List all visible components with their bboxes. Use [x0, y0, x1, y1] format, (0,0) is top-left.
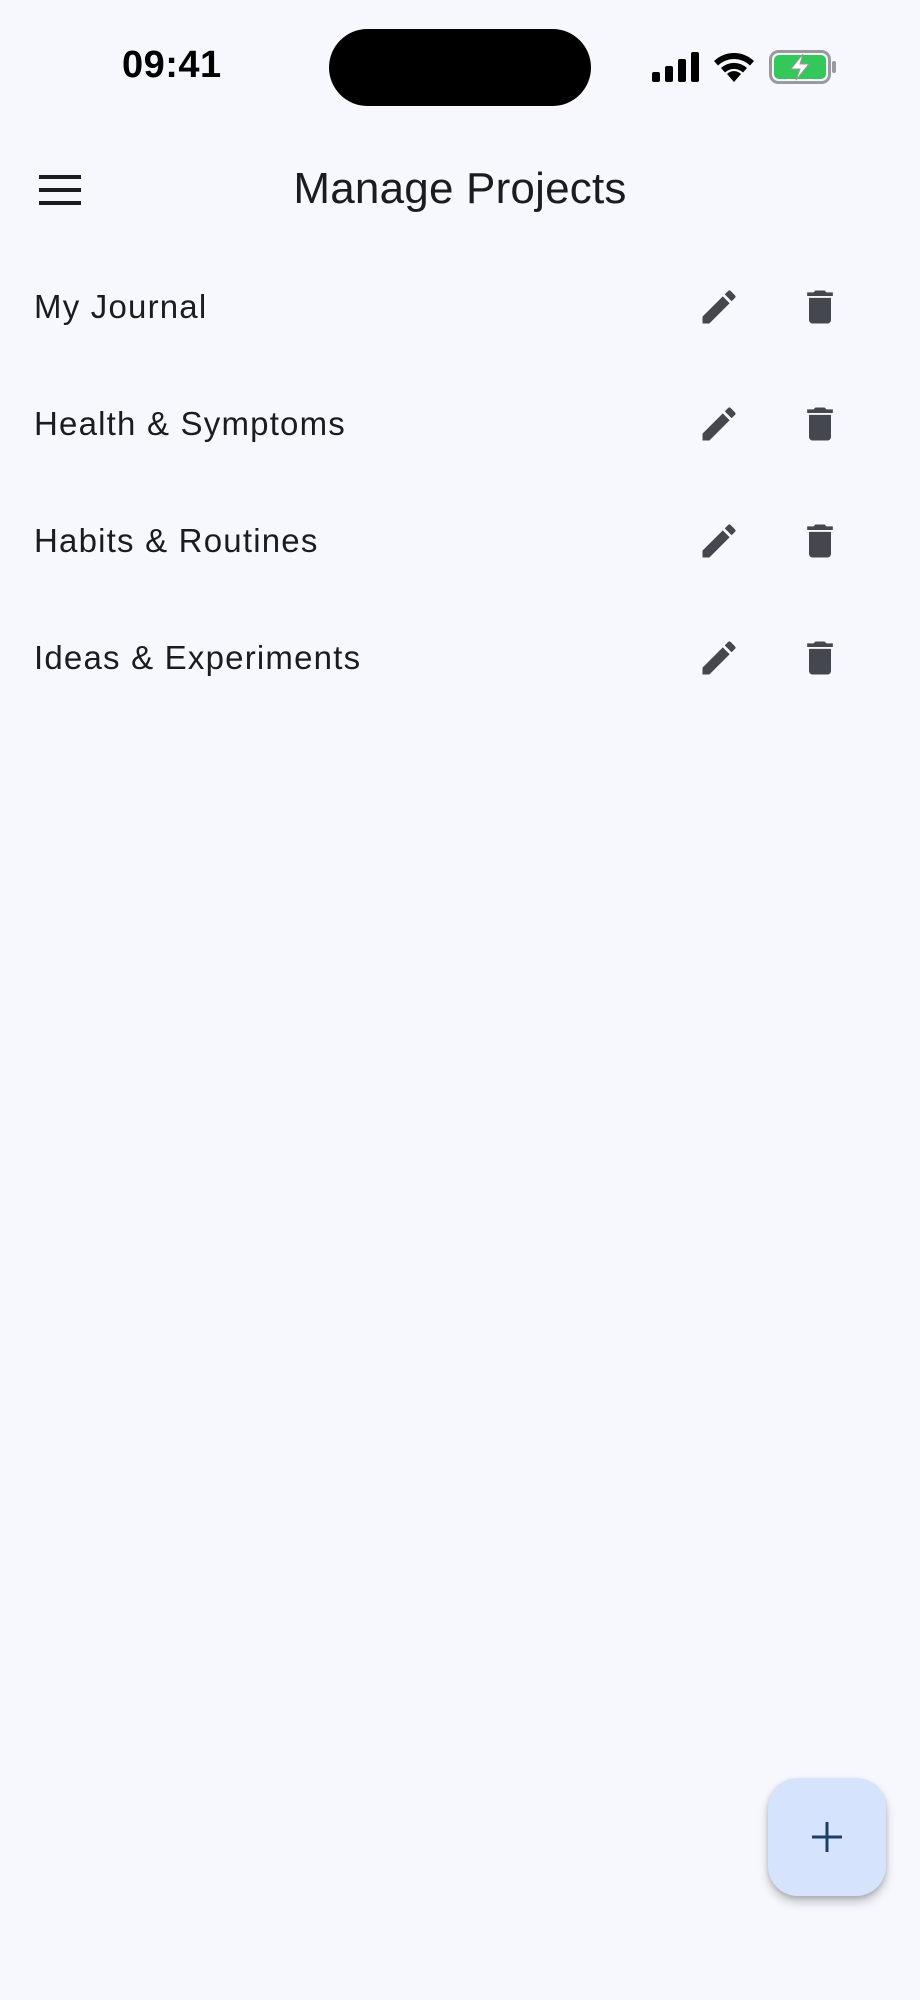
- project-row: My Journal: [0, 248, 920, 365]
- pencil-icon: [702, 289, 736, 323]
- delete-project-button[interactable]: [784, 271, 856, 343]
- dynamic-island: [329, 29, 591, 106]
- project-row: Habits & Routines: [0, 482, 920, 599]
- status-time: 09:41: [122, 44, 222, 86]
- trash-icon: [807, 524, 833, 557]
- project-name: Ideas & Experiments: [34, 638, 362, 676]
- project-row: Health & Symptoms: [0, 365, 920, 482]
- trash-icon: [807, 407, 833, 440]
- delete-project-button[interactable]: [784, 505, 856, 577]
- pencil-icon: [702, 406, 736, 440]
- manage-projects-screen: 09:41 Manage Projects My Journal Health …: [0, 0, 920, 2000]
- battery-charging-icon: [769, 50, 836, 84]
- edit-project-button[interactable]: [683, 622, 755, 694]
- project-name: My Journal: [34, 287, 208, 325]
- pencil-icon: [702, 640, 736, 674]
- edit-project-button[interactable]: [683, 388, 755, 460]
- delete-project-button[interactable]: [784, 388, 856, 460]
- project-name: Health & Symptoms: [34, 404, 347, 442]
- app-bar: Manage Projects: [0, 140, 920, 240]
- pencil-icon: [702, 523, 736, 557]
- plus-icon: [812, 1822, 842, 1852]
- wifi-icon: [714, 53, 754, 82]
- edit-project-button[interactable]: [683, 505, 755, 577]
- delete-project-button[interactable]: [784, 622, 856, 694]
- project-list: My Journal Health & Symptoms Habits & Ro…: [0, 248, 920, 716]
- project-name: Habits & Routines: [34, 521, 319, 559]
- add-project-button[interactable]: [768, 1778, 886, 1896]
- status-bar: 09:41: [0, 0, 920, 130]
- signal-icon: [652, 52, 699, 82]
- page-title: Manage Projects: [293, 164, 627, 213]
- project-row: Ideas & Experiments: [0, 599, 920, 716]
- edit-project-button[interactable]: [683, 271, 755, 343]
- trash-icon: [807, 641, 833, 674]
- trash-icon: [807, 290, 833, 323]
